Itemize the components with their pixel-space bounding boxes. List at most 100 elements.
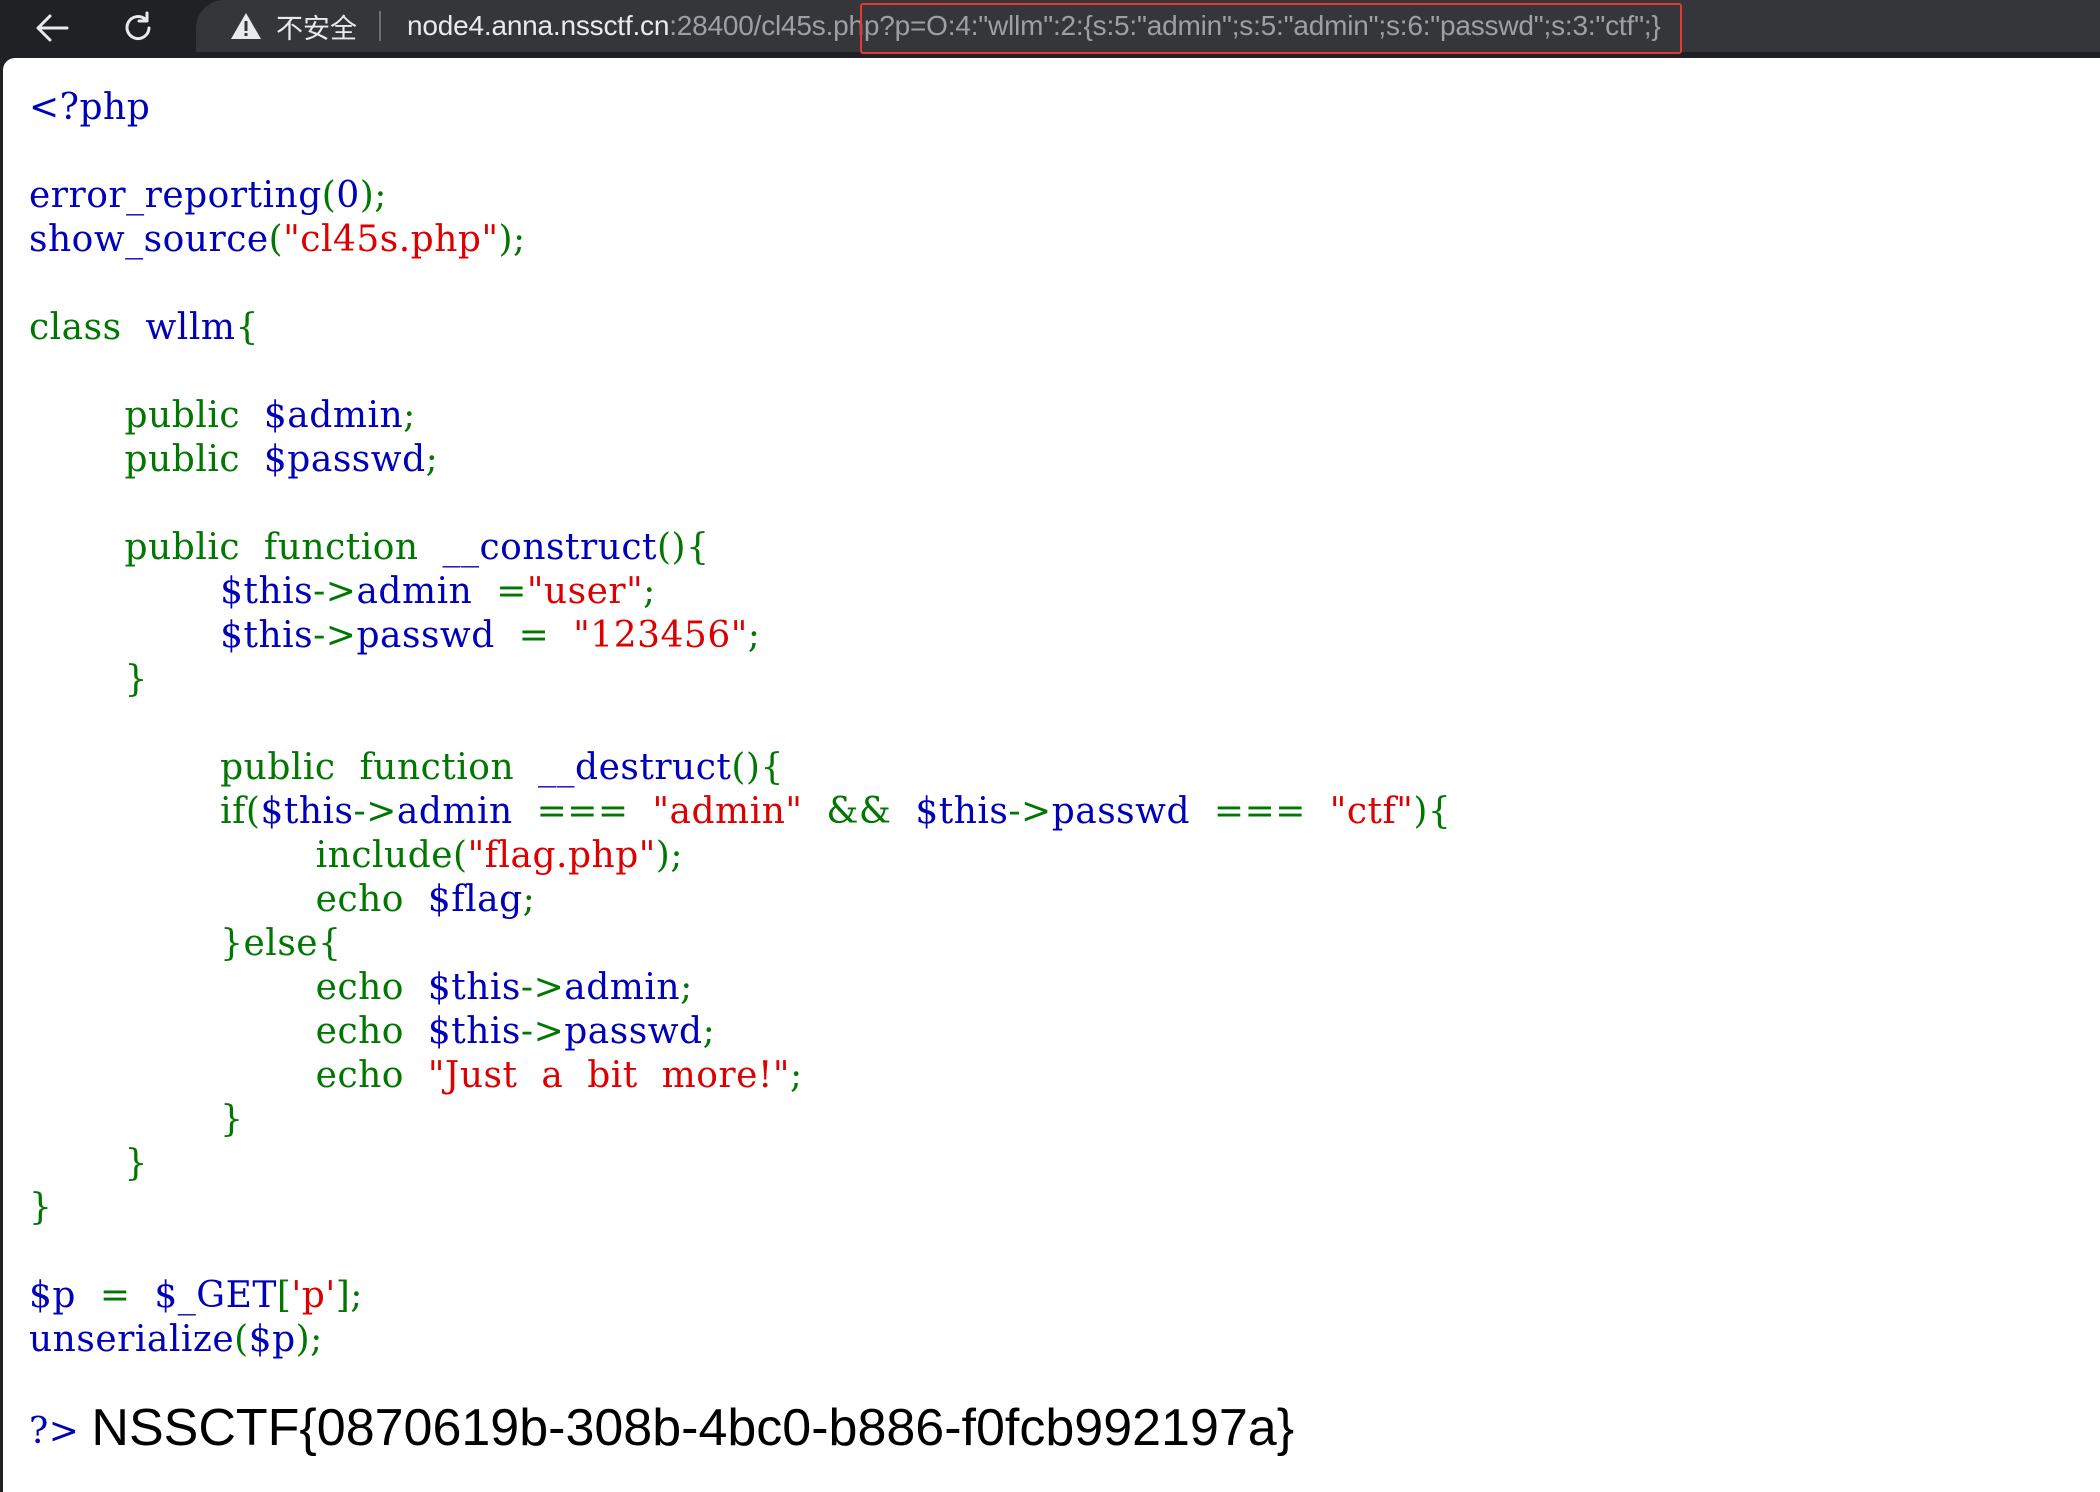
code-line: show_source("cl45s.php");: [29, 218, 1451, 262]
page-content: <?php error_reporting(0); show_source("cl4…: [3, 58, 2100, 1492]
code-line: }else{: [29, 922, 1451, 966]
code-token: ->: [313, 571, 357, 612]
url-text[interactable]: node4.anna.nssctf.cn:28400/cl45s.php?p=O…: [407, 10, 1661, 42]
code-token: );: [295, 1319, 323, 1360]
code-token: admin: [356, 571, 497, 612]
code-token: $this: [260, 791, 354, 832]
code-token: ->: [353, 791, 397, 832]
code-token: ;: [403, 395, 416, 436]
code-token: }: [29, 1187, 53, 1228]
code-token: }: [29, 659, 148, 700]
code-line: class wllm{: [29, 306, 1451, 350]
security-indicator[interactable]: 不安全: [230, 7, 357, 46]
code-token: (: [234, 1319, 249, 1360]
code-token: if(: [29, 791, 261, 832]
code-line: echo $flag;: [29, 878, 1451, 922]
code-line: public $passwd;: [29, 438, 1451, 482]
code-token: ->: [1008, 791, 1052, 832]
code-token: ===: [536, 791, 653, 832]
code-line: echo $this->passwd;: [29, 1010, 1451, 1054]
code-line: <?php: [29, 86, 1451, 130]
code-token: ;: [680, 967, 693, 1008]
reload-icon: [125, 11, 151, 41]
code-token: $passwd: [263, 439, 426, 480]
code-token: =: [99, 1275, 155, 1316]
code-line: public $admin;: [29, 394, 1451, 438]
code-token: __destruct: [538, 747, 732, 788]
code-line: error_reporting(0);: [29, 174, 1451, 218]
code-token: public function: [29, 747, 539, 788]
code-token: =: [496, 571, 527, 612]
code-token: echo: [29, 967, 428, 1008]
code-token: __construct: [442, 527, 657, 568]
code-token: ?>: [29, 1411, 92, 1452]
code-token: (: [268, 219, 284, 260]
code-token: $this: [220, 615, 314, 656]
code-line: }: [29, 658, 1451, 702]
php-source-code: <?php error_reporting(0); show_source("cl4…: [29, 86, 1451, 1454]
code-token: passwd: [356, 615, 519, 656]
code-line: $this->passwd = "123456";: [29, 614, 1451, 658]
code-token: admin: [396, 791, 537, 832]
code-token: ;: [522, 879, 536, 920]
warning-icon: [231, 13, 261, 39]
code-token: public: [29, 395, 264, 436]
code-token: "cl45s.php": [283, 219, 499, 260]
address-bar[interactable]: 不安全 node4.anna.nssctf.cn:28400/cl45s.php…: [196, 0, 2100, 52]
back-button[interactable]: [24, 0, 80, 56]
code-line: }: [29, 1142, 1451, 1186]
code-token: echo: [29, 1055, 428, 1096]
url-path-query: :28400/cl45s.php?p=O:4:"wllm":2:{s:5:"ad…: [669, 10, 1661, 41]
code-token: ->: [313, 615, 357, 656]
code-token: $this: [220, 571, 314, 612]
code-token: {: [235, 307, 259, 348]
code-token: "user": [526, 571, 644, 612]
code-token: public: [29, 439, 264, 480]
code-token: unserialize: [29, 1319, 235, 1360]
security-label: 不安全: [276, 13, 357, 45]
code-token: ;: [702, 1011, 716, 1052]
code-token: }: [29, 1143, 148, 1184]
code-token: "123456": [573, 615, 748, 656]
code-line: public function __destruct(){: [29, 746, 1451, 790]
code-token: ->: [520, 1011, 565, 1052]
code-token: class: [29, 307, 146, 348]
code-token: (: [321, 175, 337, 216]
code-line: $p = $_GET['p'];: [29, 1274, 1451, 1318]
code-token: wllm: [145, 307, 236, 348]
code-token: [: [276, 1275, 292, 1316]
code-line: echo "Just a bit more!";: [29, 1054, 1451, 1098]
code-token: $admin: [263, 395, 404, 436]
code-token: $flag: [427, 879, 523, 920]
code-token: passwd: [1051, 791, 1214, 832]
code-token: echo: [29, 879, 428, 920]
code-line: if($this->admin === "admin" && $this->pa…: [29, 790, 1451, 834]
code-line: unserialize($p);: [29, 1318, 1451, 1362]
code-token: "admin": [652, 791, 827, 832]
code-token: }: [29, 1099, 244, 1140]
code-token: "ctf": [1329, 791, 1414, 832]
code-token: );: [655, 835, 683, 876]
code-token: (){: [731, 747, 784, 788]
code-token: admin: [564, 967, 681, 1008]
flag-output: NSSCTF{0870619b-308b-4bc0-b886-f0fcb9921…: [91, 1399, 1295, 1457]
code-token: include(: [29, 835, 468, 876]
code-line: }: [29, 1186, 1451, 1230]
code-token: 0: [336, 175, 360, 216]
code-token: =: [518, 615, 574, 656]
code-token: $_GET: [154, 1275, 277, 1316]
code-token: ->: [520, 967, 565, 1008]
arrow-left-icon: [36, 14, 69, 42]
code-token: $this: [915, 791, 1009, 832]
url-host: node4.anna.nssctf.cn: [407, 10, 670, 41]
code-token: );: [359, 175, 387, 216]
code-token: show_source: [29, 219, 269, 260]
reload-button[interactable]: [110, 0, 166, 56]
